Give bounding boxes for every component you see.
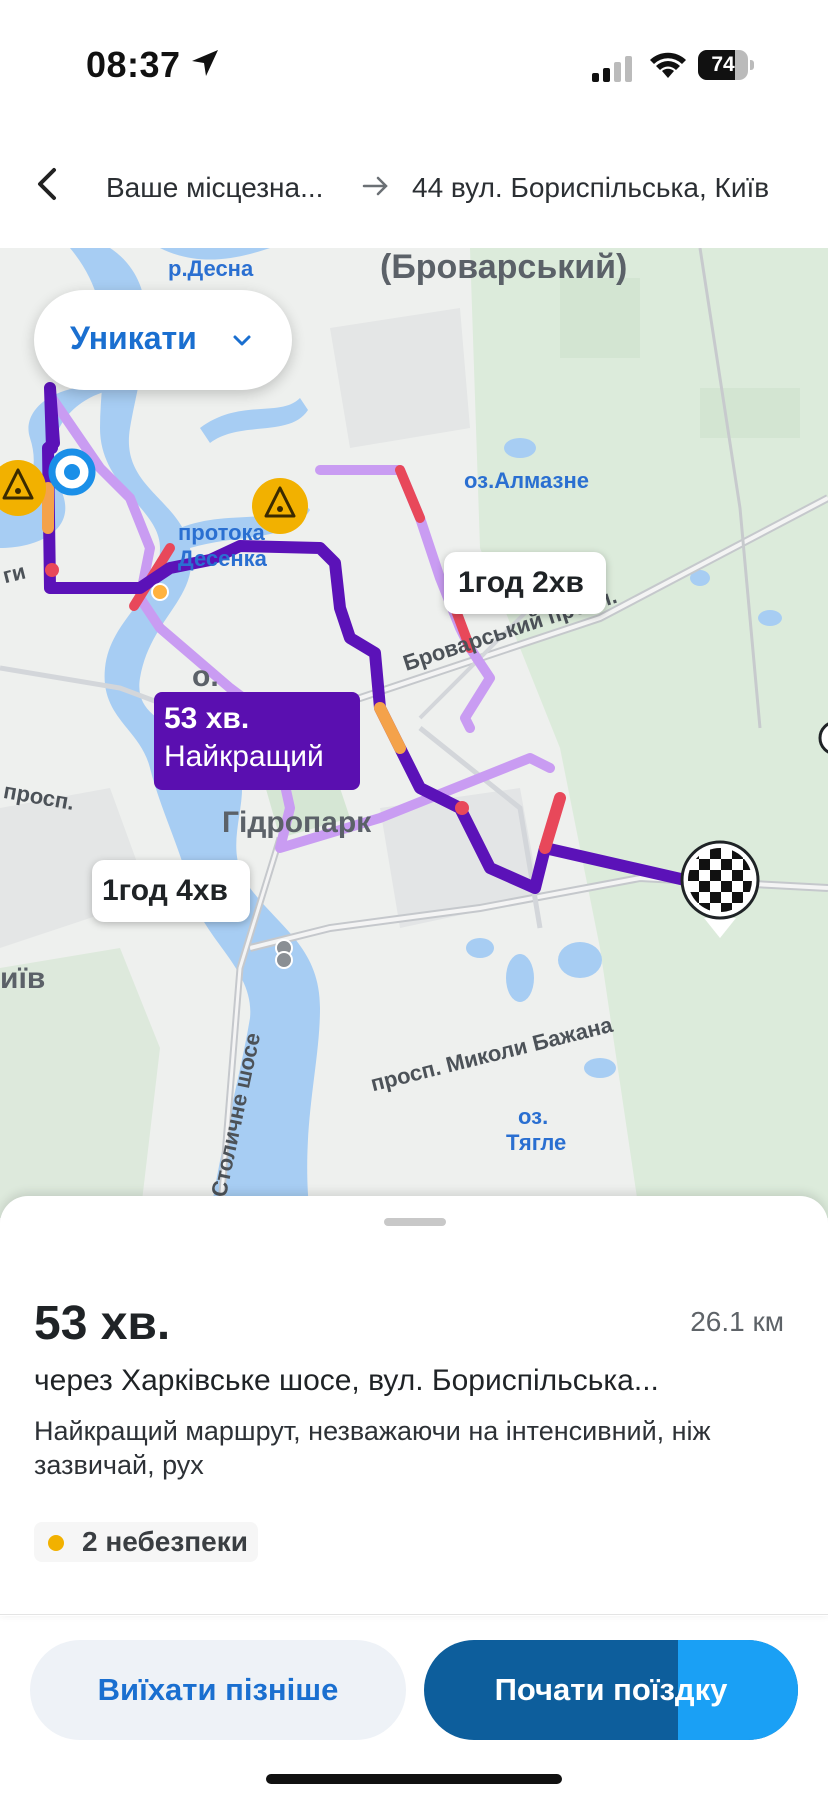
route-distance: 26.1 км bbox=[690, 1306, 784, 1337]
avoid-label: Уникати bbox=[70, 320, 197, 356]
route-details-sheet: 53 хв. 26.1 км через Харківське шосе, ву… bbox=[0, 1196, 828, 1616]
lake-tyahle-label-1: оз. bbox=[518, 1104, 549, 1129]
origin-field[interactable]: Ваше місцезна... bbox=[106, 172, 323, 204]
avoid-dropdown-button[interactable]: Уникати bbox=[34, 290, 292, 390]
lake-almazne-label: оз.Алмазне bbox=[464, 468, 590, 493]
desenka-label: Десенка bbox=[178, 546, 267, 571]
chevron-down-icon bbox=[233, 335, 251, 346]
leave-later-button[interactable]: Виїхати пізніше bbox=[30, 1640, 406, 1740]
best-route-callout[interactable]: 53 хв. Найкращий bbox=[154, 692, 360, 790]
leave-later-label: Виїхати пізніше bbox=[97, 1672, 339, 1707]
hazards-chip[interactable]: 2 небезпеки bbox=[34, 1522, 258, 1562]
status-bar: 08:37 74 bbox=[0, 0, 828, 120]
location-arrow-icon bbox=[192, 50, 218, 76]
hidropark-label: Гідропарк bbox=[222, 806, 372, 839]
route-eta: 53 хв. bbox=[34, 1297, 171, 1350]
start-trip-label: Почати поїздку bbox=[494, 1672, 728, 1707]
route-via: через Харківське шосе, вул. Бориспільськ… bbox=[34, 1364, 659, 1397]
district-label: (Броварський) bbox=[380, 248, 628, 286]
wifi-icon bbox=[650, 52, 686, 78]
sheet-grabber[interactable] bbox=[384, 1218, 446, 1226]
route-header: Ваше місцезна... 44 вул. Бориспільська, … bbox=[0, 120, 828, 249]
home-indicator bbox=[266, 1774, 562, 1784]
back-chevron-icon[interactable] bbox=[26, 160, 70, 208]
route-description: Найкращий маршрут, незважаючи на інтенси… bbox=[34, 1416, 711, 1480]
kyiv-label: иїв bbox=[0, 962, 46, 995]
clock: 08:37 bbox=[86, 44, 181, 85]
battery-level: 74 bbox=[711, 53, 735, 76]
alt-route-time: 1год 2хв bbox=[458, 566, 584, 599]
arrow-right-icon bbox=[362, 176, 388, 196]
battery-icon: 74 bbox=[698, 50, 754, 80]
island-label-partial: о. bbox=[192, 660, 219, 693]
destination-field[interactable]: 44 вул. Бориспільська, Київ bbox=[412, 172, 769, 204]
hazards-count: 2 небезпеки bbox=[82, 1526, 248, 1557]
divider bbox=[0, 1614, 828, 1615]
hazard-dot-icon bbox=[48, 1535, 64, 1551]
river-desna-label: р.Десна bbox=[168, 256, 254, 281]
lake-tyahle-label-2: Тягле bbox=[506, 1130, 567, 1155]
protoka-label: протока bbox=[178, 520, 265, 545]
origin-marker-icon bbox=[48, 448, 96, 496]
best-route-label: Найкращий bbox=[164, 740, 324, 773]
alt-route-time: 1год 4хв bbox=[102, 874, 228, 907]
map-view[interactable]: р.Десна (Броварський) оз.Алмазне протока… bbox=[0, 248, 828, 1218]
start-trip-button[interactable]: Почати поїздку bbox=[424, 1640, 798, 1740]
alt-route-callout[interactable]: 1год 2хв bbox=[444, 552, 606, 614]
best-route-time: 53 хв. bbox=[164, 702, 250, 735]
alt-route-callout[interactable]: 1год 4хв bbox=[92, 860, 250, 922]
cellular-signal-icon bbox=[592, 56, 632, 82]
